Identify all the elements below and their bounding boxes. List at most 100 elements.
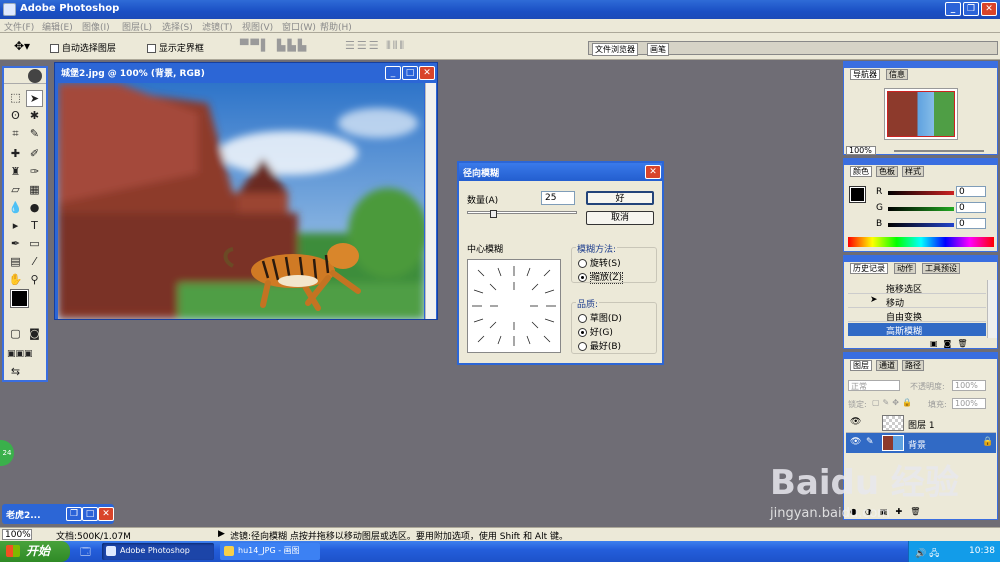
type-tool-icon[interactable]: T (26, 218, 43, 235)
menu-file[interactable]: 文件(F) (4, 20, 34, 33)
history-scrollbar[interactable] (987, 280, 997, 338)
blend-mode-select[interactable]: 正常 (848, 380, 900, 391)
menu-window[interactable]: 窗口(W) (282, 20, 316, 33)
color-foreground-swatch[interactable] (849, 186, 866, 203)
quick-mask-icon[interactable]: ◙ (26, 326, 43, 343)
move-tool-icon[interactable]: ➤ (26, 90, 43, 107)
path-select-icon[interactable]: ▸ (7, 218, 24, 235)
blur-tool-icon[interactable]: 💧 (7, 200, 24, 217)
history-item[interactable]: 自由变换 (848, 309, 986, 323)
brush-tool-icon[interactable]: ✐ (26, 146, 43, 163)
healing-brush-icon[interactable]: ✚ (7, 146, 24, 163)
history-action-icons[interactable]: ▣◙🗑 (930, 339, 973, 348)
show-desktop-icon[interactable]: 🗔 (80, 545, 91, 562)
menu-help[interactable]: 帮助(H) (320, 20, 352, 33)
close-icon[interactable]: ✕ (981, 2, 997, 16)
quality-draft-radio[interactable]: 草图(D) (578, 311, 622, 324)
layer-row[interactable]: 👁 图层 1 (846, 413, 996, 433)
move-tool-icon[interactable]: ✥▾ (14, 39, 30, 53)
visibility-eye-icon[interactable]: 👁 (850, 437, 861, 447)
tab-tool-presets[interactable]: 工具预设 (922, 263, 960, 274)
tab-swatches[interactable]: 色板 (876, 166, 898, 177)
document-vertical-scrollbar[interactable] (425, 83, 436, 319)
doc-minimize-icon[interactable]: _ (385, 66, 401, 80)
menu-filter[interactable]: 滤镜(T) (202, 20, 233, 33)
tab-navigator[interactable]: 导航器 (850, 69, 880, 80)
standard-mode-icon[interactable]: ▢ (7, 326, 24, 343)
ok-button[interactable]: 好 (586, 191, 654, 205)
foreground-color-swatch[interactable] (10, 289, 29, 308)
history-item[interactable]: 拖移选区 (848, 281, 986, 295)
blue-value-input[interactable]: 0 (956, 218, 986, 229)
gradient-icon[interactable]: ▦ (26, 182, 43, 199)
magic-wand-icon[interactable]: ✱ (26, 108, 43, 125)
brushes-tab[interactable]: 画笔 (647, 43, 669, 56)
marquee-tool-icon[interactable]: ⬚ (7, 90, 24, 107)
color-spectrum-bar[interactable] (848, 237, 994, 247)
doc-close-icon[interactable]: ✕ (419, 66, 435, 80)
history-item[interactable]: ➤ 移动 (848, 295, 986, 309)
auto-select-checkbox[interactable]: 自动选择图层 (50, 41, 116, 54)
pen-tool-icon[interactable]: ✒ (7, 236, 24, 253)
slice-tool-icon[interactable]: ✎ (26, 126, 43, 143)
doc-maximize-icon[interactable]: □ (402, 66, 418, 80)
amount-slider-thumb[interactable] (490, 210, 497, 218)
clone-stamp-icon[interactable]: ♜ (7, 164, 24, 181)
lock-icons[interactable]: ▢✎✥🔒 (872, 398, 915, 407)
green-value-input[interactable]: 0 (956, 202, 986, 213)
tab-layers[interactable]: 图层 (850, 360, 872, 371)
image-canvas[interactable] (58, 83, 424, 319)
cancel-button[interactable]: 取消 (586, 211, 654, 225)
tab-info[interactable]: 信息 (886, 69, 908, 80)
layer-row-selected[interactable]: 👁 ✎ 背景 🔒 (846, 433, 996, 453)
minimize-icon[interactable]: _ (945, 2, 961, 16)
green-slider[interactable] (888, 207, 954, 211)
eyedropper-icon[interactable]: ⁄ (26, 254, 43, 271)
status-zoom-input[interactable]: 100% (2, 529, 32, 540)
tab-actions[interactable]: 动作 (894, 263, 916, 274)
quality-best-radio[interactable]: 最好(B) (578, 339, 621, 352)
mini-restore-icon[interactable]: ❐ (66, 507, 82, 521)
menu-edit[interactable]: 编辑(E) (42, 20, 73, 33)
lasso-tool-icon[interactable]: ʘ (7, 108, 24, 125)
red-slider[interactable] (888, 191, 954, 195)
screen-mode-icons[interactable]: ▣▣▣ (7, 346, 33, 363)
mini-close-icon[interactable]: ✕ (98, 507, 114, 521)
jump-to-imageready-icon[interactable]: ⇆ (7, 364, 24, 381)
hand-tool-icon[interactable]: ✋ (7, 272, 24, 289)
navigator-thumbnail[interactable] (884, 88, 958, 140)
align-icons[interactable]: ▀▀▌ ▙▙▙ (240, 39, 308, 52)
blur-center-preview[interactable] (467, 259, 561, 353)
taskbar-item-photoshop[interactable]: Adobe Photoshop (102, 543, 214, 560)
fill-input[interactable]: 100% (952, 398, 986, 409)
navigator-zoom-slider[interactable] (894, 150, 984, 152)
navigator-zoom-input[interactable]: 100% (846, 146, 876, 155)
distribute-icons[interactable]: ☰☰☰ ⫴⫴⫴ (345, 39, 406, 53)
amount-input[interactable]: 25 (541, 191, 575, 205)
notes-tool-icon[interactable]: ▤ (7, 254, 24, 271)
menu-select[interactable]: 选择(S) (162, 20, 193, 33)
eraser-icon[interactable]: ▱ (7, 182, 24, 199)
shape-tool-icon[interactable]: ▭ (26, 236, 43, 253)
menu-layer[interactable]: 图层(L) (122, 20, 152, 33)
mini-maximize-icon[interactable]: □ (82, 507, 98, 521)
menu-image[interactable]: 图像(I) (82, 20, 110, 33)
red-value-input[interactable]: 0 (956, 186, 986, 197)
quality-good-radio[interactable]: 好(G) (578, 325, 613, 338)
restore-icon[interactable]: ❐ (963, 2, 979, 16)
dodge-tool-icon[interactable]: ● (26, 200, 43, 217)
method-zoom-radio[interactable]: 缩放(Z) (578, 270, 624, 284)
method-spin-radio[interactable]: 旋转(S) (578, 256, 621, 269)
menu-view[interactable]: 视图(V) (242, 20, 273, 33)
crop-tool-icon[interactable]: ⌗ (7, 126, 24, 143)
tab-color[interactable]: 颜色 (850, 166, 872, 177)
taskbar-item-paint[interactable]: hu14_JPG - 画图 (220, 543, 320, 560)
tab-history[interactable]: 历史记录 (850, 263, 888, 274)
tab-paths[interactable]: 路径 (902, 360, 924, 371)
show-bounds-checkbox[interactable]: 显示定界框 (147, 41, 204, 54)
history-item-selected[interactable]: 高斯模糊 (848, 323, 986, 337)
amount-slider-track[interactable] (467, 211, 577, 214)
history-brush-icon[interactable]: ✑ (26, 164, 43, 181)
start-button[interactable]: 开始 (0, 541, 70, 562)
visibility-eye-icon[interactable]: 👁 (850, 417, 861, 427)
